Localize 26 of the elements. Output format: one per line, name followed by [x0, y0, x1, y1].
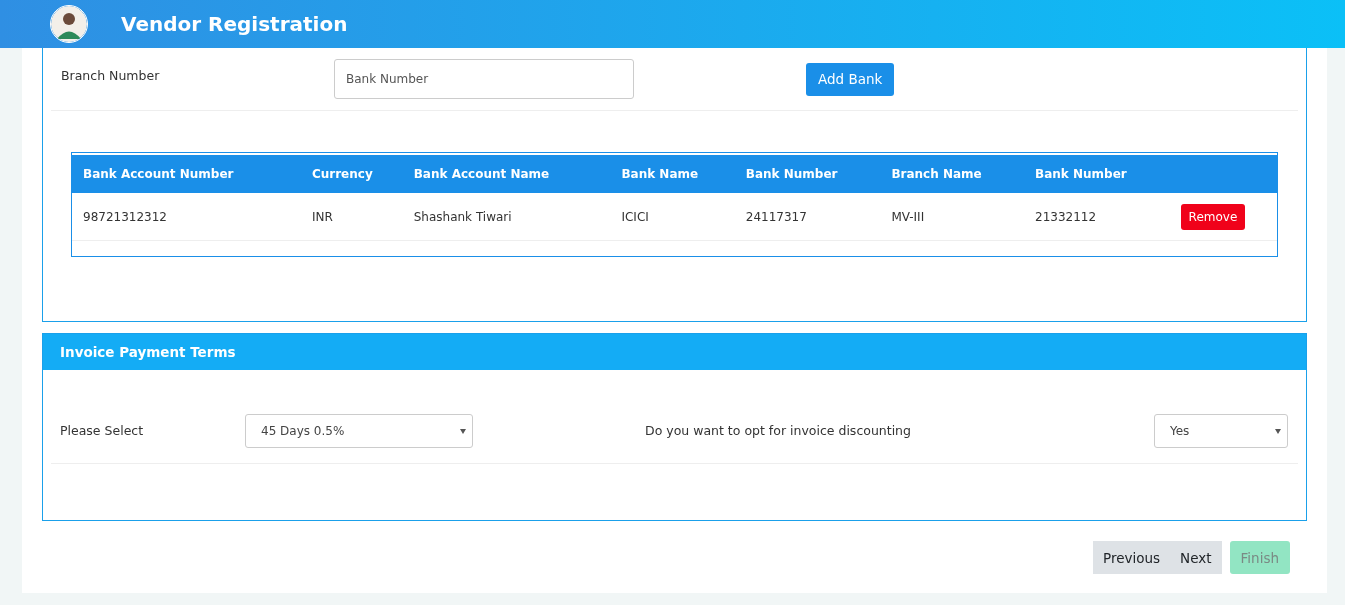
field-label: Please Select — [60, 423, 145, 438]
caret-icon — [460, 428, 466, 434]
column-header: Branch Name — [880, 154, 1025, 193]
field-label: Do you want to opt for invoice discounting — [645, 423, 912, 438]
table-cell: ICICI — [621, 209, 649, 224]
column-header: Bank Account Number — [72, 154, 301, 193]
table-cell: 24117317 — [745, 209, 807, 224]
column-header: Bank Number — [734, 154, 881, 193]
column-header: Bank Number — [1024, 154, 1170, 193]
remove-button[interactable]: Remove — [1180, 203, 1246, 230]
discounting-select[interactable]: Yes — [1154, 413, 1288, 448]
table-cell: MV-III — [891, 209, 925, 224]
table-cell: 98721312312 — [83, 209, 167, 224]
bank-number-field[interactable]: Bank Number — [334, 59, 634, 99]
avatar-icon — [50, 5, 88, 43]
column-header: Bank Account Name — [402, 154, 611, 193]
page-title: Vendor Registration — [121, 12, 348, 36]
column-header: Bank Name — [610, 154, 735, 193]
table-cell: Shashank Tiwari — [413, 209, 512, 224]
table-cell: INR — [311, 209, 333, 224]
column-header: Currency — [300, 154, 403, 193]
panel-title: Invoice Payment Terms — [60, 344, 236, 360]
field-label: Branch Number — [61, 68, 161, 83]
caret-icon — [1275, 428, 1281, 434]
terms-select[interactable]: 45 Days 0.5% — [245, 413, 473, 448]
table-cell: 21332112 — [1035, 209, 1097, 224]
